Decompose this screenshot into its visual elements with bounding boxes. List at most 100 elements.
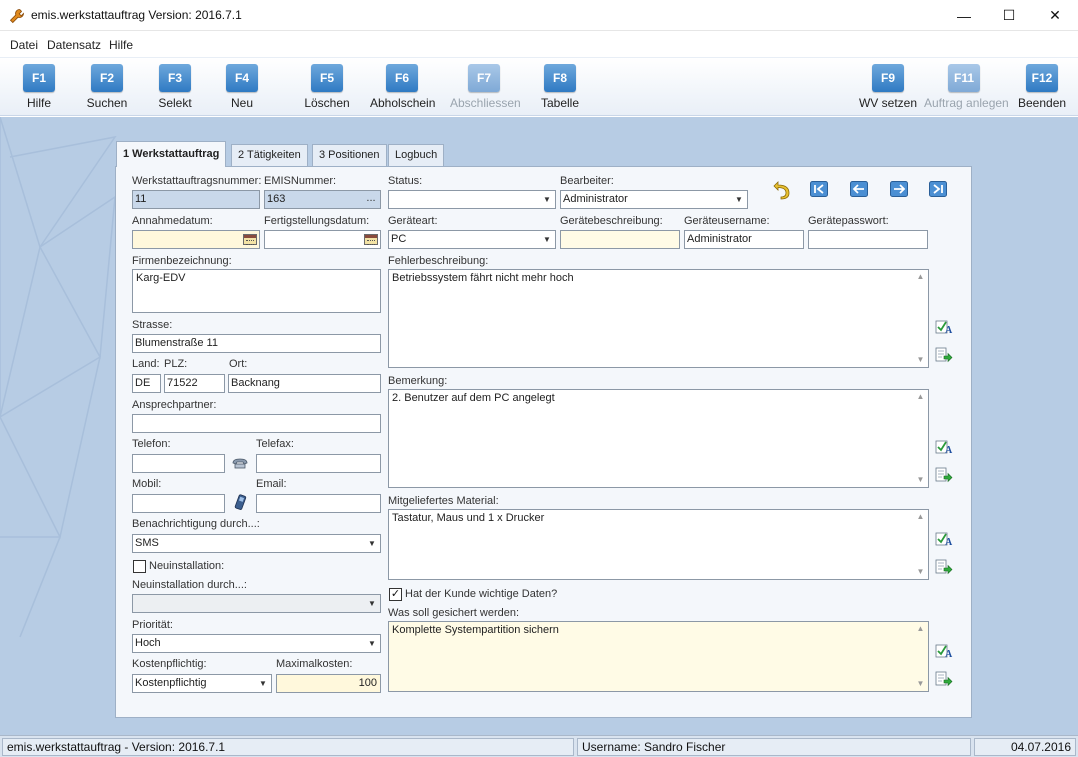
prioritaet-select[interactable]: Hoch ▼ (132, 634, 381, 653)
neuinstallation-checkbox[interactable] (133, 560, 146, 573)
scroll-down-icon[interactable]: ▼ (913, 565, 928, 579)
prioritaet-label: Priorität: (132, 619, 173, 631)
close-button[interactable]: ✕ (1032, 0, 1078, 31)
insert-text-icon[interactable] (935, 671, 953, 687)
toolbar-auftrag-anlegen-button[interactable]: F11 Auftrag anlegen (924, 64, 1009, 110)
toolbar: F1 Hilfe F2 Suchen F3 Selekt F4 Neu F5 L… (0, 58, 1078, 116)
chevron-down-icon[interactable]: ▼ (364, 635, 380, 652)
insert-text-icon[interactable] (935, 467, 953, 483)
bemerkung-field[interactable]: 2. Benutzer auf dem PC angelegt ▲ ▼ (388, 389, 929, 488)
insert-text-icon[interactable] (935, 559, 953, 575)
menu-hilfe[interactable]: Hilfe (109, 38, 133, 52)
firmenbezeichnung-field[interactable]: Karg-EDV (132, 269, 381, 313)
strasse-label: Strasse: (132, 319, 173, 331)
first-record-icon[interactable] (810, 181, 828, 197)
minimize-button[interactable]: — (941, 0, 987, 31)
mitgeliefertes-material-field[interactable]: Tastatur, Maus und 1 x Drucker ▲ ▼ (388, 509, 929, 580)
menu-datei[interactable]: Datei (10, 38, 38, 52)
scrollbar[interactable]: ▲ ▼ (913, 270, 928, 367)
spellcheck-icon[interactable]: A (935, 318, 953, 334)
toolbar-abschliessen-button[interactable]: F7 Abschliessen (450, 64, 521, 110)
tab-werkstattauftrag[interactable]: 1 Werkstattauftrag (116, 141, 227, 167)
benachrichtigung-select[interactable]: SMS ▼ (132, 534, 381, 553)
land-field[interactable]: DE (132, 374, 161, 393)
geraetepasswort-field[interactable] (808, 230, 928, 249)
kostenpflichtig-select[interactable]: Kostenpflichtig ▼ (132, 674, 272, 693)
spellcheck-icon[interactable]: A (935, 438, 953, 454)
mobil-field[interactable] (132, 494, 225, 513)
calendar-icon[interactable] (364, 234, 378, 245)
scroll-up-icon[interactable]: ▲ (913, 270, 928, 284)
title-bar: emis.werkstattauftrag Version: 2016.7.1 … (0, 0, 1078, 31)
wichtige-daten-checkbox[interactable]: ✓ (389, 588, 402, 601)
mobile-phone-icon[interactable] (231, 494, 249, 510)
status-select[interactable]: ▼ (388, 190, 556, 209)
toolbar-tabelle-button[interactable]: F8 Tabelle (539, 64, 581, 110)
ort-field[interactable]: Backnang (228, 374, 381, 393)
maximalkosten-field[interactable]: 100 (276, 674, 381, 693)
annahmedatum-field[interactable] (132, 230, 260, 249)
geraetebeschreibung-field[interactable] (560, 230, 680, 249)
telefon-field[interactable] (132, 454, 225, 473)
toolbar-neu-button[interactable]: F4 Neu (224, 64, 260, 110)
chevron-down-icon[interactable]: ▼ (364, 535, 380, 552)
chevron-down-icon[interactable]: ▼ (539, 191, 555, 208)
was-sichern-field[interactable]: Komplette Systempartition sichern ▲ ▼ (388, 621, 929, 692)
emisnummer-field[interactable]: 163 ... (264, 190, 381, 209)
toolbar-selekt-button[interactable]: F3 Selekt (154, 64, 196, 110)
toolbar-button-label: Abschliessen (450, 96, 521, 110)
toolbar-loeschen-button[interactable]: F5 Löschen (302, 64, 352, 110)
mitgeliefertes-material-value: Tastatur, Maus und 1 x Drucker (392, 512, 545, 524)
chevron-down-icon[interactable]: ▼ (255, 675, 271, 692)
maximize-button[interactable]: ☐ (986, 0, 1032, 31)
svg-text:A: A (945, 649, 953, 658)
scroll-up-icon[interactable]: ▲ (913, 622, 928, 636)
scroll-up-icon[interactable]: ▲ (913, 510, 928, 524)
toolbar-button-label: Abholschein (370, 96, 436, 110)
geraeteart-select[interactable]: PC ▼ (388, 230, 556, 249)
telefax-field[interactable] (256, 454, 381, 473)
strasse-field[interactable]: Blumenstraße 11 (132, 334, 381, 353)
ansprechpartner-field[interactable] (132, 414, 381, 433)
previous-record-icon[interactable] (850, 181, 868, 197)
scrollbar[interactable]: ▲ ▼ (913, 510, 928, 579)
chevron-down-icon[interactable]: ▼ (539, 231, 555, 248)
scroll-down-icon[interactable]: ▼ (913, 353, 928, 367)
geraeteusername-field[interactable]: Administrator (684, 230, 804, 249)
emisnummer-lookup-button[interactable]: ... (362, 191, 380, 208)
calendar-icon[interactable] (243, 234, 257, 245)
plz-field[interactable]: 71522 (164, 374, 225, 393)
scroll-up-icon[interactable]: ▲ (913, 390, 928, 404)
tab-taetigkeiten[interactable]: 2 Tätigkeiten (231, 144, 308, 166)
bemerkung-label: Bemerkung: (388, 375, 448, 387)
toolbar-wv-setzen-button[interactable]: F9 WV setzen (858, 64, 918, 110)
email-label: Email: (256, 478, 287, 490)
toolbar-suchen-button[interactable]: F2 Suchen (82, 64, 132, 110)
fehlerbeschreibung-field[interactable]: Betriebssystem fährt nicht mehr hoch ▲ ▼ (388, 269, 929, 368)
chevron-down-icon[interactable]: ▼ (731, 191, 747, 208)
toolbar-beenden-button[interactable]: F12 Beenden (1018, 64, 1066, 110)
next-record-icon[interactable] (890, 181, 908, 197)
ort-label: Ort: (229, 358, 248, 370)
scrollbar[interactable]: ▲ ▼ (913, 622, 928, 691)
neuinstallation-durch-select[interactable]: ▼ (132, 594, 381, 613)
undo-icon[interactable] (772, 178, 792, 200)
spellcheck-icon[interactable]: A (935, 642, 953, 658)
insert-text-icon[interactable] (935, 347, 953, 363)
tab-logbuch[interactable]: Logbuch (388, 144, 445, 166)
tab-positionen[interactable]: 3 Positionen (312, 144, 387, 166)
fertigstellungsdatum-field[interactable] (264, 230, 381, 249)
spellcheck-icon[interactable]: A (935, 530, 953, 546)
scroll-down-icon[interactable]: ▼ (913, 677, 928, 691)
chevron-down-icon[interactable]: ▼ (364, 595, 380, 612)
email-field[interactable] (256, 494, 381, 513)
scrollbar[interactable]: ▲ ▼ (913, 390, 928, 487)
scroll-down-icon[interactable]: ▼ (913, 473, 928, 487)
phone-icon[interactable] (231, 454, 249, 470)
toolbar-hilfe-button[interactable]: F1 Hilfe (22, 64, 56, 110)
last-record-icon[interactable] (929, 181, 947, 197)
bearbeiter-select[interactable]: Administrator ▼ (560, 190, 748, 209)
werkstattauftragsnummer-field[interactable]: 11 (132, 190, 260, 209)
toolbar-abholschein-button[interactable]: F6 Abholschein (370, 64, 436, 110)
menu-datensatz[interactable]: Datensatz (47, 38, 101, 52)
